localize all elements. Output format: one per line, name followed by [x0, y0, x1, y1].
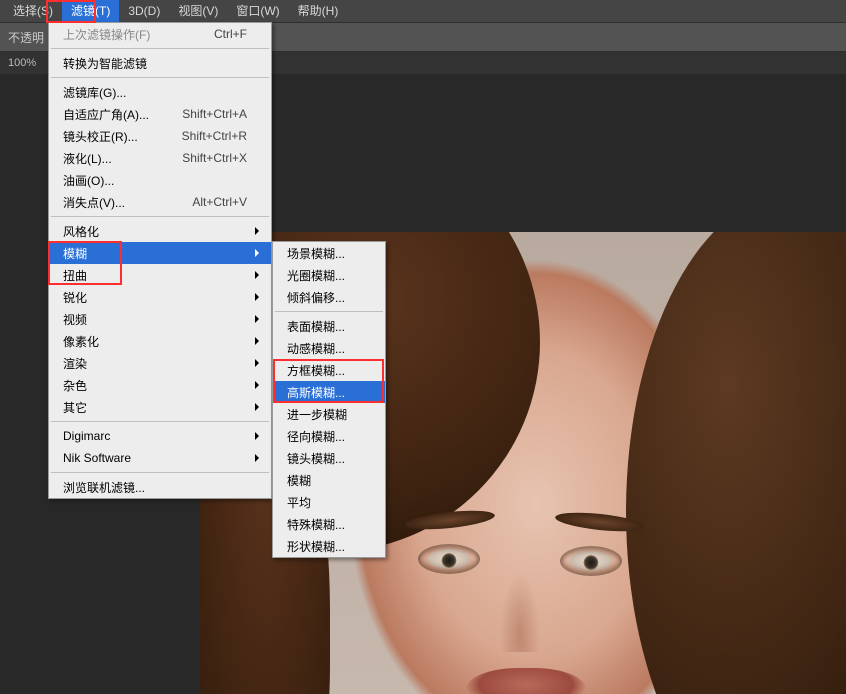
nose [500, 572, 540, 652]
blur-item-g2-0[interactable]: 表面模糊... [273, 315, 385, 337]
eyebrow-right [554, 509, 645, 534]
blur-submenu: 场景模糊...光圈模糊...倾斜偏移... 表面模糊...动感模糊...方框模糊… [272, 241, 386, 558]
filter-plugin-1[interactable]: Nik Software [49, 447, 271, 469]
blur-item-g1-1[interactable]: 光圈模糊... [273, 264, 385, 286]
filter-smart[interactable]: 转换为智能滤镜 [49, 52, 271, 74]
filter-item-0[interactable]: 滤镜库(G)... [49, 81, 271, 103]
separator [275, 311, 383, 312]
blur-item-g2-1[interactable]: 动感模糊... [273, 337, 385, 359]
eye-right [560, 546, 622, 576]
blur-item-g2-4[interactable]: 进一步模糊 [273, 403, 385, 425]
eyebrow-left [404, 507, 495, 532]
filter-category-1[interactable]: 模糊 [49, 242, 271, 264]
separator [51, 472, 269, 473]
blur-item-g2-2[interactable]: 方框模糊... [273, 359, 385, 381]
filter-last[interactable]: 上次滤镜操作(F) Ctrl+F [49, 23, 271, 45]
separator [51, 421, 269, 422]
separator [51, 48, 269, 49]
filter-category-4[interactable]: 视频 [49, 308, 271, 330]
menu-filter[interactable]: 滤镜(T) [62, 0, 119, 22]
menu-view[interactable]: 视图(V) [169, 0, 227, 22]
blur-item-g2-3[interactable]: 高斯模糊... [273, 381, 385, 403]
filter-category-5[interactable]: 像素化 [49, 330, 271, 352]
blur-item-g2-8[interactable]: 平均 [273, 491, 385, 513]
blur-item-g1-0[interactable]: 场景模糊... [273, 242, 385, 264]
blur-item-g2-10[interactable]: 形状模糊... [273, 535, 385, 557]
filter-browse-online[interactable]: 浏览联机滤镜... [49, 476, 271, 498]
menu-select[interactable]: 选择(S) [4, 0, 62, 22]
opacity-label: 不透明 [8, 29, 44, 46]
filter-plugin-0[interactable]: Digimarc [49, 425, 271, 447]
filter-category-8[interactable]: 其它 [49, 396, 271, 418]
zoom-level: 100% [8, 57, 36, 69]
filter-dropdown: 上次滤镜操作(F) Ctrl+F 转换为智能滤镜 滤镜库(G)...自适应广角(… [48, 22, 272, 499]
menubar: 选择(S) 滤镜(T) 3D(D) 视图(V) 窗口(W) 帮助(H) [0, 0, 846, 23]
blur-item-g2-9[interactable]: 特殊模糊... [273, 513, 385, 535]
eye-left [418, 544, 480, 574]
filter-category-3[interactable]: 锐化 [49, 286, 271, 308]
filter-category-0[interactable]: 风格化 [49, 220, 271, 242]
filter-category-7[interactable]: 杂色 [49, 374, 271, 396]
filter-item-4[interactable]: 油画(O)... [49, 169, 271, 191]
filter-item-5[interactable]: 消失点(V)...Alt+Ctrl+V [49, 191, 271, 213]
filter-item-1[interactable]: 自适应广角(A)...Shift+Ctrl+A [49, 103, 271, 125]
filter-category-2[interactable]: 扭曲 [49, 264, 271, 286]
blur-item-g2-6[interactable]: 镜头模糊... [273, 447, 385, 469]
separator [51, 216, 269, 217]
filter-item-2[interactable]: 镜头校正(R)...Shift+Ctrl+R [49, 125, 271, 147]
blur-item-g2-7[interactable]: 模糊 [273, 469, 385, 491]
filter-item-3[interactable]: 液化(L)...Shift+Ctrl+X [49, 147, 271, 169]
blur-item-g2-5[interactable]: 径向模糊... [273, 425, 385, 447]
menu-window[interactable]: 窗口(W) [227, 0, 288, 22]
lips [466, 668, 586, 694]
separator [51, 77, 269, 78]
blur-item-g1-2[interactable]: 倾斜偏移... [273, 286, 385, 308]
menu-help[interactable]: 帮助(H) [289, 0, 348, 22]
filter-category-6[interactable]: 渲染 [49, 352, 271, 374]
menu-3d[interactable]: 3D(D) [119, 0, 169, 22]
